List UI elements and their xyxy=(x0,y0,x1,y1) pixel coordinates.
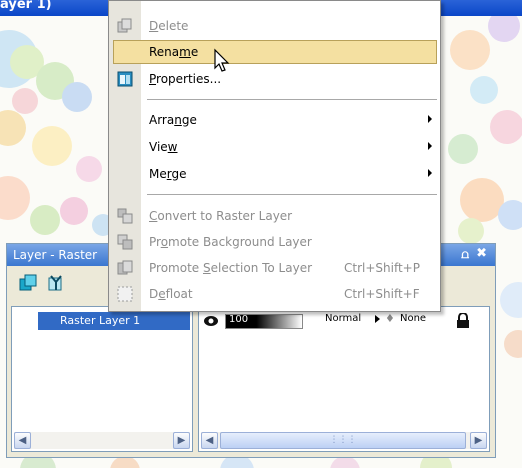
opacity-slider[interactable]: 100 xyxy=(225,314,303,329)
mnemonic-letter: P xyxy=(149,72,157,86)
palette-title: Layer - Raster xyxy=(13,248,98,262)
visibility-eye-icon[interactable] xyxy=(203,313,219,329)
delete-layer-icon xyxy=(117,18,132,33)
polka-dot xyxy=(498,200,522,230)
submenu-arrow-icon xyxy=(428,115,432,123)
menu-item-defloat[interactable]: Defloat Ctrl+Shift+F xyxy=(109,281,440,307)
menu-item-promote-selection[interactable]: Promote Selection To Layer Ctrl+Shift+P xyxy=(109,255,440,281)
close-icon[interactable]: ✖ xyxy=(476,246,487,261)
menu-item-shortcut: Ctrl+Shift+P xyxy=(344,261,420,275)
new-vector-layer-icon[interactable] xyxy=(47,274,65,292)
polka-dot xyxy=(470,76,498,104)
menu-item-properties[interactable]: Properties... xyxy=(109,66,440,92)
layer-properties-pane[interactable]: 100 Normal ♦ None ◀ ⋮⋮⋮ ▶ xyxy=(198,306,490,452)
menu-item-label: Convert to Raster Layer xyxy=(149,209,293,223)
scroll-right-button[interactable]: ▶ xyxy=(173,432,190,449)
mnemonic-letter: C xyxy=(149,209,158,223)
scroll-left-button[interactable]: ◀ xyxy=(201,432,218,449)
opacity-value: 100 xyxy=(229,314,249,325)
horizontal-scrollbar[interactable]: ◀ ⋮⋮⋮ ▶ xyxy=(201,432,487,449)
menu-item-promote-background[interactable]: Promote Background Layer xyxy=(109,229,440,255)
polka-dot xyxy=(450,30,490,70)
polka-dot xyxy=(504,330,522,358)
mouse-cursor-icon xyxy=(214,48,230,72)
polka-dot xyxy=(500,282,522,318)
menu-item-arrange[interactable]: Arrange xyxy=(109,107,440,133)
menu-item-label: Delete xyxy=(149,19,189,33)
menu-item-view[interactable]: View xyxy=(109,134,440,160)
polka-dot xyxy=(458,218,484,244)
layer-context-menu: Delete Rename Properties... Arrange View… xyxy=(108,0,441,312)
polka-dot xyxy=(490,110,522,144)
polka-dot xyxy=(448,134,478,164)
menu-item-label: Arrange xyxy=(149,113,197,127)
submenu-arrow-icon xyxy=(428,142,432,150)
mnemonic-letter: e xyxy=(158,287,166,301)
polka-dot xyxy=(0,176,30,220)
blend-mode-arrow-icon[interactable] xyxy=(375,315,380,323)
new-raster-layer-icon[interactable] xyxy=(19,274,37,292)
menu-item-convert-to-raster[interactable]: Convert to Raster Layer xyxy=(109,203,440,229)
menu-separator xyxy=(147,99,437,100)
menu-item-label: Promote Selection To Layer xyxy=(149,261,313,275)
mnemonic-letter: w xyxy=(167,140,178,154)
menu-item-shortcut: Ctrl+Shift+F xyxy=(344,287,420,301)
polka-dot xyxy=(76,156,102,182)
promote-selection-icon xyxy=(117,260,133,275)
polka-dot xyxy=(32,126,72,166)
mnemonic-letter: o xyxy=(160,235,169,249)
mnemonic-letter: D xyxy=(149,19,159,33)
horizontal-scrollbar[interactable]: ◀ ▶ xyxy=(14,432,190,449)
mnemonic-letter: n xyxy=(174,113,182,127)
scroll-left-button[interactable]: ◀ xyxy=(14,432,31,449)
polka-dot xyxy=(60,197,88,225)
convert-raster-icon xyxy=(117,208,133,224)
menu-item-label: Merge xyxy=(149,167,187,181)
submenu-arrow-icon xyxy=(428,169,432,177)
scroll-thumb[interactable]: ⋮⋮⋮ xyxy=(220,432,466,449)
layer-row[interactable]: Raster Layer 1 xyxy=(38,312,190,330)
polka-dot xyxy=(30,205,60,235)
polka-dot xyxy=(62,82,92,112)
layer-list-pane[interactable]: Raster Layer 1 ◀ ▶ xyxy=(11,306,193,452)
mnemonic-letter: S xyxy=(202,261,211,275)
menu-item-rename[interactable]: Rename xyxy=(109,39,440,65)
menu-item-merge[interactable]: Merge xyxy=(109,161,440,187)
menu-item-label: Properties... xyxy=(149,72,222,86)
promote-background-icon xyxy=(117,234,133,250)
scroll-right-button[interactable]: ▶ xyxy=(470,432,487,449)
menu-item-label: Rename xyxy=(149,45,199,59)
defloat-icon xyxy=(117,286,133,302)
polka-dot xyxy=(12,88,38,114)
mnemonic-letter: r xyxy=(166,167,172,181)
lock-icon[interactable] xyxy=(456,313,470,329)
menu-item-delete[interactable]: Delete xyxy=(109,13,440,39)
polka-dot xyxy=(0,110,26,146)
link-icon[interactable]: ♦ xyxy=(385,312,395,325)
mnemonic-letter: m xyxy=(179,45,191,59)
menu-item-label: Defloat xyxy=(149,287,193,301)
blend-mode-value[interactable]: Normal xyxy=(325,313,361,324)
menu-item-label: Promote Background Layer xyxy=(149,235,312,249)
menu-item-label: View xyxy=(149,140,178,154)
mask-value[interactable]: None xyxy=(400,313,426,324)
menu-separator xyxy=(147,194,437,195)
layer-properties-row: 100 Normal ♦ None xyxy=(203,312,487,330)
pin-icon[interactable]: ⩍ xyxy=(461,247,469,262)
window-title: ayer 1) xyxy=(0,0,52,12)
properties-icon xyxy=(117,71,133,87)
